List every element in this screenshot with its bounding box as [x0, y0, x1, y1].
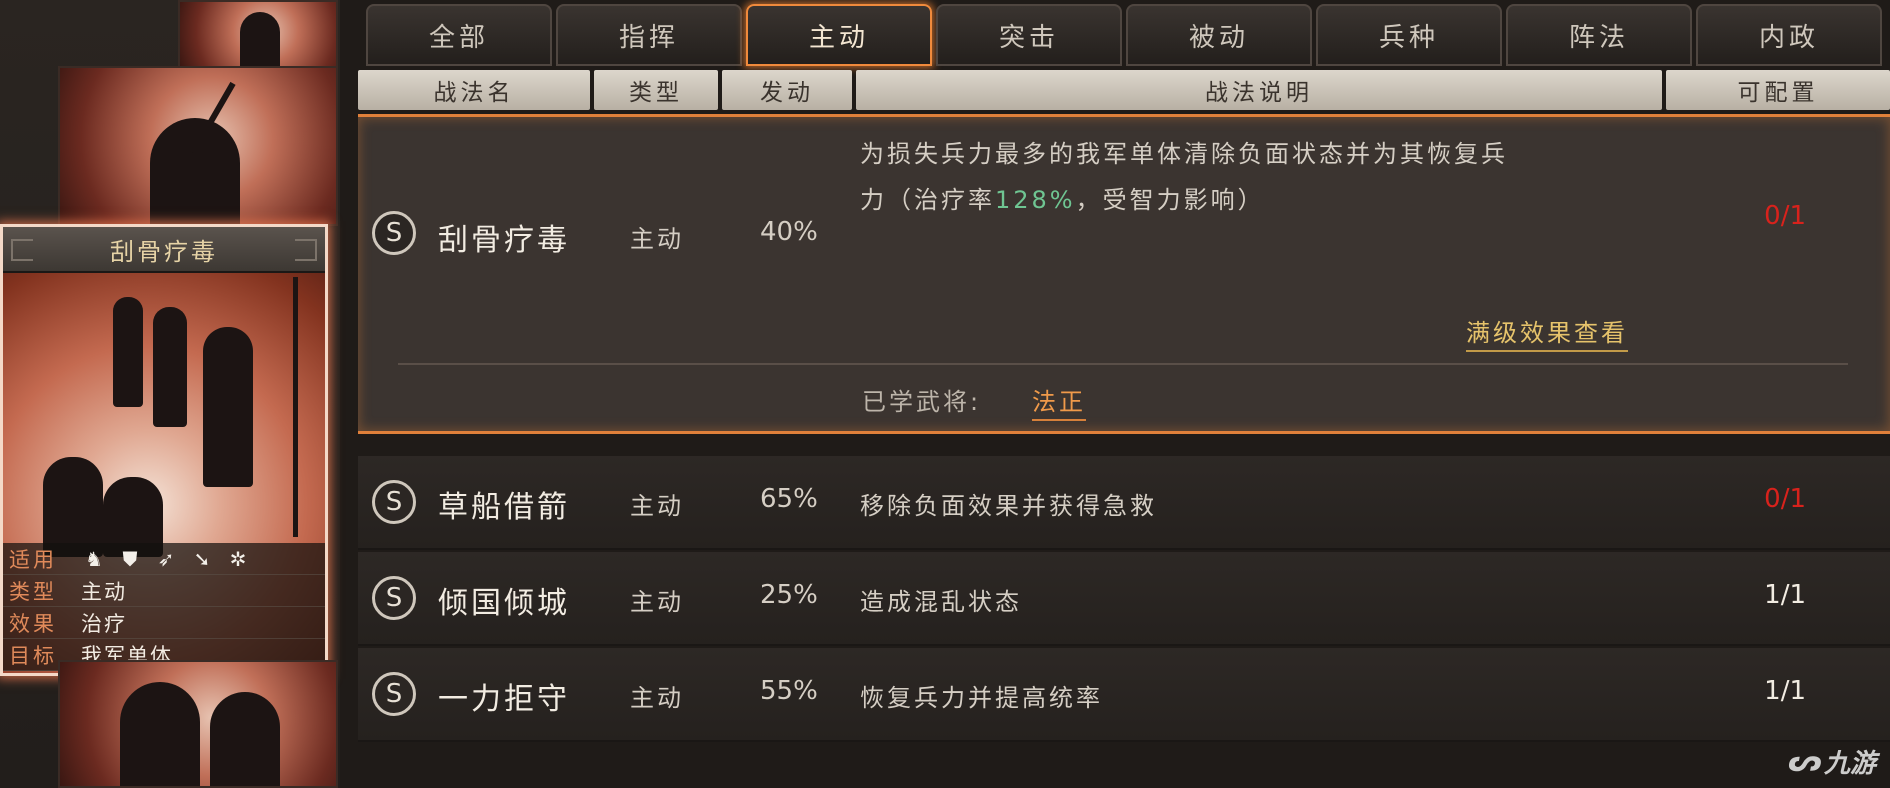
card-type-row: 类型 主动	[3, 575, 325, 607]
skill-type: 主动	[630, 492, 684, 520]
skill-card-back-3[interactable]	[58, 660, 338, 788]
nine-game-logo-icon: ᔕ	[1787, 744, 1822, 779]
card-illustration-figure	[153, 307, 187, 427]
skill-row[interactable]: S 倾国倾城 主动 25% 造成混乱状态 1/1	[358, 552, 1890, 646]
skill-rate: 65%	[760, 484, 818, 514]
skill-card-back-2[interactable]	[58, 66, 338, 226]
config-count: 0/1	[1764, 484, 1806, 514]
watermark-text: 九游	[1823, 749, 1876, 779]
rank-badge-s-icon: S	[372, 480, 416, 524]
skill-description-line2: 力（治疗率128%，受智力影响）	[860, 177, 1680, 223]
column-name[interactable]: 战法名	[358, 70, 590, 110]
skill-type: 主动	[630, 588, 684, 616]
skill-rate: 40%	[760, 217, 818, 247]
skill-rate: 25%	[760, 580, 818, 610]
column-rate[interactable]: 发动	[722, 70, 852, 110]
card-effect-value: 治疗	[81, 611, 127, 636]
tab-passive[interactable]: 被动	[1126, 4, 1312, 66]
tab-internal[interactable]: 内政	[1696, 4, 1882, 66]
skill-name: 草船借箭	[438, 490, 570, 525]
config-count: 0/1	[1764, 201, 1806, 231]
card-title-bar: 刮骨疗毒	[3, 227, 325, 273]
card-corner-ornament	[295, 239, 317, 261]
card-illustration-figure	[43, 457, 103, 557]
skill-description: 恢复兵力并提高统率	[860, 684, 1103, 712]
tab-troop[interactable]: 兵种	[1316, 4, 1502, 66]
card-illustration-spear	[293, 277, 298, 537]
skill-card-back-1[interactable]	[178, 0, 338, 68]
card-effect-label: 效果	[9, 611, 57, 636]
column-config[interactable]: 可配置	[1666, 70, 1890, 110]
watermark-logo: ᔕ 九游	[1788, 743, 1876, 780]
card-effect-row: 效果 治疗	[3, 607, 325, 639]
tab-assault[interactable]: 突击	[936, 4, 1122, 66]
cavalry-icon: ♞	[85, 546, 103, 571]
card-info-table: 适用 ♞ ⛊ ➶ ➘ ✲ 类型 主动 效果 治疗 目标 我军单体	[3, 543, 325, 671]
column-header: 战法名 类型 发动 战法说明 可配置	[358, 70, 1890, 110]
skill-row[interactable]: S 草船借箭 主动 65% 移除负面效果并获得急救 0/1	[358, 456, 1890, 550]
desc-line2-post: ，受智力影响）	[1075, 186, 1265, 214]
rank-badge-s-icon: S	[372, 576, 416, 620]
selected-skill-card[interactable]: 刮骨疗毒 适用 ♞ ⛊ ➶ ➘ ✲ 类型 主动 效果 治疗 目标 我军单体	[0, 224, 328, 676]
skill-name: 倾国倾城	[438, 586, 570, 621]
skill-row[interactable]: S 一力拒守 主动 55% 恢复兵力并提高统率 1/1	[358, 648, 1890, 742]
skill-description: 造成混乱状态	[860, 588, 1022, 616]
skill-name: 刮骨疗毒	[438, 223, 570, 258]
spear-icon: ➘	[193, 546, 211, 571]
category-tabs: 全部 指挥 主动 突击 被动 兵种 阵法 内政	[366, 4, 1890, 68]
tab-command[interactable]: 指挥	[556, 4, 742, 66]
skill-description-line1: 为损失兵力最多的我军单体清除负面状态并为其恢复兵	[860, 140, 1508, 168]
card-title: 刮骨疗毒	[110, 237, 218, 266]
rank-badge-s-icon: S	[372, 211, 416, 255]
learned-generals-label: 已学武将:	[862, 388, 982, 416]
skill-list: S 刮骨疗毒 主动 40% 为损失兵力最多的我军单体清除负面状态并为其恢复兵 力…	[358, 114, 1890, 788]
shield-icon: ⛊	[122, 546, 138, 571]
card-type-label: 类型	[9, 579, 57, 604]
full-effect-link[interactable]: 满级效果查看	[1466, 313, 1628, 352]
rank-badge-s-icon: S	[372, 672, 416, 716]
tab-formation[interactable]: 阵法	[1506, 4, 1692, 66]
card-illustration	[113, 297, 143, 407]
tab-all[interactable]: 全部	[366, 4, 552, 66]
config-count: 1/1	[1764, 676, 1806, 706]
desc-line2-pre: 力（治疗率	[860, 186, 995, 214]
skill-description: 为损失兵力最多的我军单体清除负面状态并为其恢复兵 力（治疗率128%，受智力影响…	[860, 131, 1680, 223]
bow-icon: ➶	[157, 546, 175, 571]
card-applies-icons: ♞ ⛊ ➶ ➘ ✲	[81, 547, 251, 571]
column-desc: 战法说明	[856, 70, 1662, 110]
skill-row-expanded[interactable]: S 刮骨疗毒 主动 40% 为损失兵力最多的我军单体清除负面状态并为其恢复兵 力…	[358, 114, 1890, 434]
card-type-value: 主动	[81, 579, 127, 604]
skill-type: 主动	[630, 225, 684, 253]
card-illustration-figure	[203, 327, 253, 487]
skill-name: 一力拒守	[438, 682, 570, 717]
skill-rate: 55%	[760, 676, 818, 706]
skill-type: 主动	[630, 684, 684, 712]
heal-rate-value: 128%	[995, 186, 1076, 214]
config-count: 1/1	[1764, 580, 1806, 610]
column-type[interactable]: 类型	[594, 70, 718, 110]
skill-description: 移除负面效果并获得急救	[860, 492, 1157, 520]
learned-general-link[interactable]: 法正	[1032, 382, 1086, 421]
row-divider	[398, 363, 1848, 365]
card-corner-ornament	[11, 239, 33, 261]
tab-active[interactable]: 主动	[746, 4, 932, 66]
card-applies-label: 适用	[9, 547, 57, 572]
wheel-icon: ✲	[229, 546, 247, 571]
card-applies-row: 适用 ♞ ⛊ ➶ ➘ ✲	[3, 543, 325, 575]
